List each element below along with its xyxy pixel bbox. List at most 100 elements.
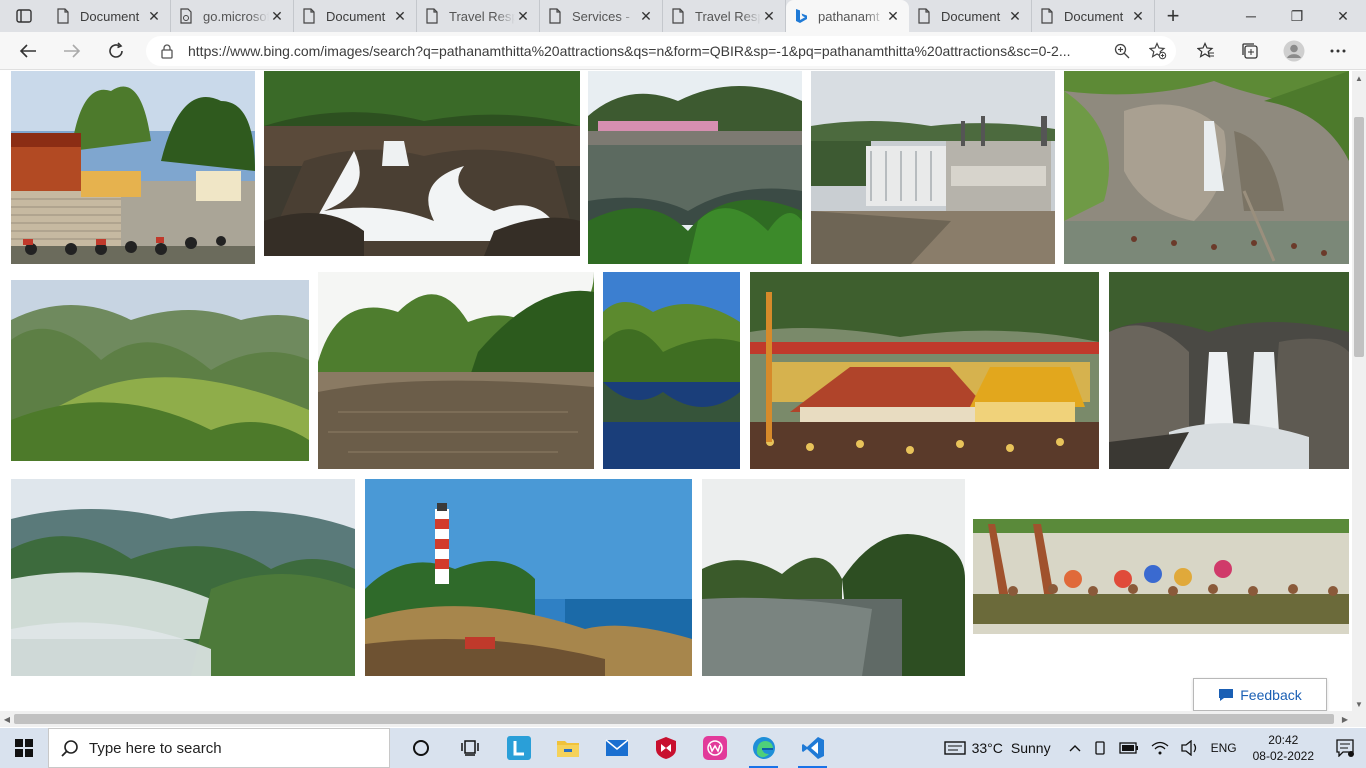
windows-taskbar: Type here to search 33°C Sunny ENG 20:42… [0, 728, 1366, 768]
result-image-cascade-bathers[interactable] [1064, 71, 1349, 264]
tab-title: Services - [572, 8, 630, 24]
restore-button[interactable]: ❐ [1274, 0, 1320, 32]
task-view-button[interactable] [445, 728, 494, 768]
browser-tab-8[interactable]: Document ✕ [909, 0, 1032, 32]
result-image-temple-steps[interactable] [11, 71, 255, 264]
tab-close-icon[interactable]: ✕ [515, 8, 531, 24]
l-app-icon [506, 736, 531, 760]
tab-close-icon[interactable]: ✕ [392, 8, 408, 24]
tab-actions-icon [16, 9, 32, 23]
clock[interactable]: 20:42 08-02-2022 [1243, 732, 1324, 764]
page-icon [303, 8, 315, 24]
result-image-lake-reflection[interactable] [603, 272, 740, 469]
tab-close-icon[interactable]: ✕ [761, 8, 777, 24]
tab-favicon [917, 8, 931, 24]
minimize-button[interactable]: ─ [1228, 0, 1274, 32]
w-app-icon [702, 736, 727, 760]
tab-close-icon[interactable]: ✕ [146, 8, 162, 24]
refresh-icon [109, 41, 123, 58]
favorites-button[interactable] [1184, 32, 1228, 70]
tab-title: Travel Resp [449, 8, 515, 24]
result-image-forest-river[interactable] [318, 272, 594, 469]
result-image-green-hills[interactable] [11, 280, 309, 461]
taskbar-vscode[interactable] [788, 728, 837, 768]
browser-tab-3[interactable]: Document ✕ [294, 0, 417, 32]
edge-icon [752, 737, 775, 759]
weather-widget[interactable]: 33°C Sunny [938, 728, 1057, 768]
scroll-right-icon[interactable]: ▶ [1338, 711, 1352, 727]
result-image-snake-boat-race[interactable] [973, 479, 1349, 676]
scroll-up-icon[interactable]: ▲ [1352, 71, 1366, 85]
device-tray-button[interactable] [1087, 728, 1113, 768]
profile-button[interactable] [1272, 32, 1316, 70]
browser-tab-9[interactable]: Document ✕ [1032, 0, 1155, 32]
browser-tab-7[interactable]: pathanamt ✕ [786, 0, 909, 32]
refresh-button[interactable] [94, 32, 138, 70]
result-image-gorge-waterfall[interactable] [1109, 272, 1349, 469]
horizontal-scrollbar[interactable]: ◀ ▶ [0, 711, 1352, 727]
result-image-rocky-waterfall[interactable] [264, 71, 580, 256]
browser-tab-5[interactable]: Services - ✕ [540, 0, 663, 32]
tab-title: Document [1064, 8, 1124, 24]
taskbar-mail[interactable] [592, 728, 641, 768]
new-tab-button[interactable]: + [1155, 0, 1191, 32]
browser-tab-6[interactable]: Travel Resp ✕ [663, 0, 786, 32]
horizontal-scroll-thumb[interactable] [14, 714, 1334, 724]
browser-toolbar: https://www.bing.com/images/search?q=pat… [0, 32, 1366, 70]
vertical-scrollbar[interactable]: ▲ ▼ [1352, 71, 1366, 711]
start-button[interactable] [0, 728, 48, 768]
scroll-down-icon[interactable]: ▼ [1352, 697, 1366, 711]
browser-tab-2[interactable]: go.microsoft ✕ [171, 0, 294, 32]
tab-close-icon[interactable]: ✕ [269, 8, 285, 24]
more-button[interactable] [1316, 32, 1360, 70]
browser-tab-4[interactable]: Travel Resp ✕ [417, 0, 540, 32]
clock-time: 20:42 [1268, 733, 1299, 747]
battery-icon [1118, 742, 1138, 754]
tab-close-icon[interactable]: ✕ [885, 8, 901, 24]
add-favorite-button[interactable] [1140, 36, 1176, 66]
page-icon [918, 8, 930, 24]
tab-actions-button[interactable] [0, 0, 48, 32]
vertical-scroll-thumb[interactable] [1354, 117, 1364, 357]
address-bar[interactable]: https://www.bing.com/images/search?q=pat… [146, 36, 1176, 66]
tab-title: Document [941, 8, 1001, 24]
page-icon [1041, 8, 1053, 24]
tab-close-icon[interactable]: ✕ [1130, 8, 1146, 24]
result-image-lighthouse-coast[interactable] [365, 479, 692, 676]
back-button[interactable] [6, 32, 50, 70]
collections-button[interactable] [1228, 32, 1272, 70]
tab-favicon [548, 8, 562, 24]
browser-tab-1[interactable]: Document ✕ [48, 0, 171, 32]
taskbar-edge[interactable] [739, 728, 788, 768]
taskbar-app-w[interactable] [690, 728, 739, 768]
result-image-misty-mountains[interactable] [11, 479, 355, 676]
cortana-button[interactable] [396, 728, 445, 768]
forward-button[interactable] [50, 32, 94, 70]
scroll-left-icon[interactable]: ◀ [0, 711, 14, 727]
close-window-button[interactable]: ✕ [1320, 0, 1366, 32]
taskbar-app-l[interactable] [494, 728, 543, 768]
zoom-button[interactable] [1104, 36, 1140, 66]
taskbar-file-explorer[interactable] [543, 728, 592, 768]
notifications-button[interactable] [1324, 728, 1366, 768]
tab-close-icon[interactable]: ✕ [638, 8, 654, 24]
wifi-button[interactable] [1145, 728, 1175, 768]
add-favorite-icon [1149, 42, 1167, 60]
tab-close-icon[interactable]: ✕ [1007, 8, 1023, 24]
taskbar-search-box[interactable]: Type here to search [48, 728, 390, 768]
feedback-button[interactable]: Feedback [1193, 678, 1327, 711]
language-indicator[interactable]: ENG [1205, 728, 1243, 768]
volume-button[interactable] [1175, 728, 1205, 768]
tab-favicon [1040, 8, 1054, 24]
result-image-river-village[interactable] [588, 71, 802, 264]
address-url[interactable]: https://www.bing.com/images/search?q=pat… [188, 43, 1104, 59]
taskbar-mcafee[interactable] [641, 728, 690, 768]
result-image-calm-river[interactable] [702, 479, 965, 676]
battery-button[interactable] [1113, 728, 1145, 768]
result-image-sabarimala-temple[interactable] [750, 272, 1099, 469]
show-hidden-icons-button[interactable] [1063, 728, 1087, 768]
toolbar-right [1184, 32, 1366, 70]
feedback-label: Feedback [1240, 686, 1302, 703]
result-image-dam-spillway[interactable] [811, 71, 1055, 264]
favorites-icon [1197, 42, 1214, 58]
